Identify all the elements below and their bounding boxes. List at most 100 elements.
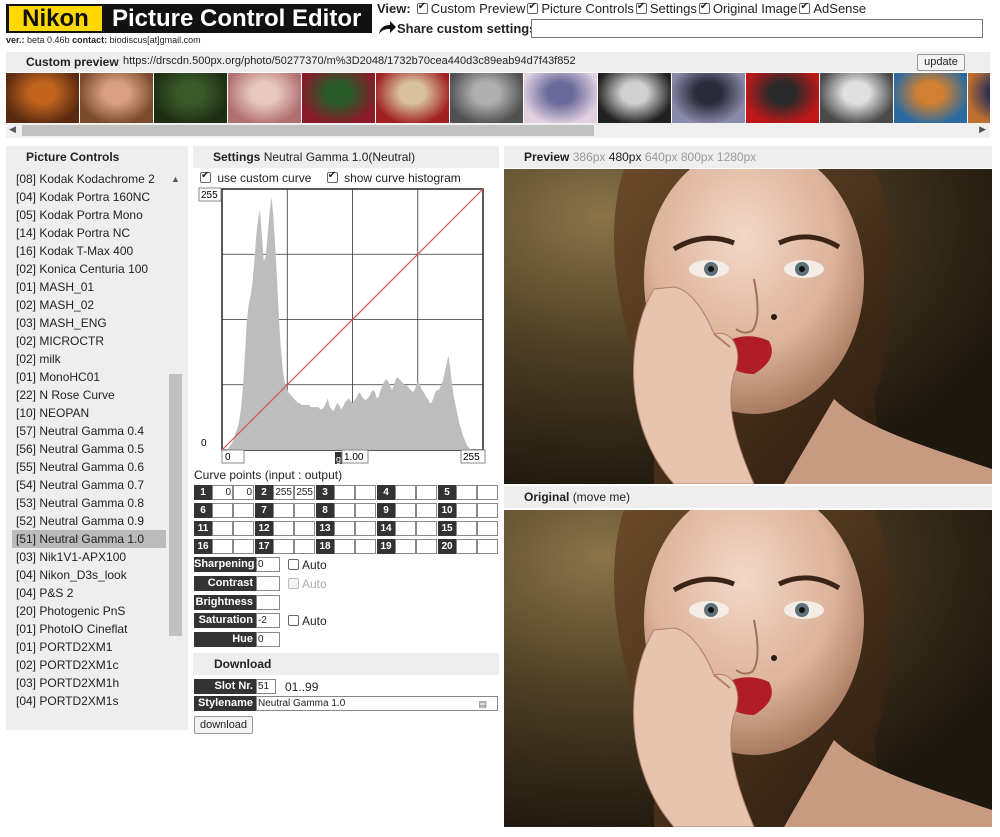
thumbnail-12[interactable] [820, 73, 893, 123]
curve-point-output[interactable] [477, 503, 498, 518]
list-item[interactable]: [53] Neutral Gamma 0.8 [12, 494, 166, 512]
curve-point-output[interactable] [416, 503, 437, 518]
checkbox-show-histogram[interactable] [326, 170, 338, 183]
curve-point-output[interactable] [355, 521, 376, 536]
checkbox-original-image[interactable] [698, 1, 710, 14]
brightness-input[interactable] [256, 595, 280, 610]
view-option-original-image[interactable]: Original Image [697, 1, 797, 16]
size-386[interactable]: 386px [573, 150, 606, 164]
thumbnail-8[interactable] [524, 73, 597, 123]
thumbnail-4[interactable] [228, 73, 301, 123]
list-item[interactable]: [05] Kodak Portra Mono [12, 206, 166, 224]
list-item[interactable]: [10] NEOPAN [12, 404, 166, 422]
checkbox-settings[interactable] [635, 1, 647, 14]
list-item[interactable]: [55] Neutral Gamma 0.6 [12, 458, 166, 476]
checkbox-custom-preview[interactable] [416, 1, 428, 14]
list-item[interactable]: [01] MonoHC01 [12, 368, 166, 386]
sharpening-input[interactable]: 0 [256, 557, 280, 572]
thumbnail-10[interactable] [672, 73, 745, 123]
curve-point-input[interactable] [334, 503, 355, 518]
curve-point-output[interactable] [233, 521, 254, 536]
scroll-right-icon[interactable]: ▶ [979, 124, 986, 135]
curve-point-input[interactable] [334, 521, 355, 536]
list-item[interactable]: [51] Neutral Gamma 1.0 [12, 530, 166, 548]
thumbnail-3[interactable] [154, 73, 227, 123]
thumbnail-1[interactable] [6, 73, 79, 123]
curve-point-output[interactable] [294, 503, 315, 518]
stylename-input[interactable]: Neutral Gamma 1.0 ▤ [256, 696, 498, 711]
thumbnail-scrollbar[interactable]: ◀ ▶ [6, 123, 990, 138]
curve-point-input[interactable] [212, 503, 233, 518]
curve-editor[interactable]: 255 0 0 255 g 1.00 [198, 186, 488, 466]
thumbnail-14[interactable] [968, 73, 990, 123]
hue-input[interactable]: 0 [256, 632, 280, 647]
curve-point-input[interactable] [273, 521, 294, 536]
view-option-adsense[interactable]: AdSense [797, 1, 866, 16]
list-item[interactable]: [03] PORTD2XM1h [12, 674, 166, 692]
curve-point-output[interactable] [294, 521, 315, 536]
curve-point-output[interactable] [355, 485, 376, 500]
list-item[interactable]: [04] Kodak Portra 160NC [12, 188, 166, 206]
list-item[interactable]: [01] PhotoIO Cineflat [12, 620, 166, 638]
curve-point-output[interactable] [233, 539, 254, 554]
curve-point-input[interactable] [395, 521, 416, 536]
list-item[interactable]: [04] Nikon_D3s_look [12, 566, 166, 584]
list-item[interactable]: [01] PORTD2XM1 [12, 638, 166, 656]
curve-point-input[interactable] [334, 539, 355, 554]
curve-point-input[interactable] [212, 521, 233, 536]
picture-controls-list[interactable]: [08] Kodak Kodachrome 2 [04] Kodak Portra… [6, 168, 188, 730]
list-item[interactable]: [04] P&S 2 [12, 584, 166, 602]
thumbnail-7[interactable] [450, 73, 523, 123]
checkbox-adsense[interactable] [799, 1, 811, 14]
size-640[interactable]: 640px [645, 150, 678, 164]
picture-controls-scrollbar[interactable]: ▲ [168, 168, 183, 730]
scroll-left-icon[interactable]: ◀ [9, 124, 16, 135]
thumbnail-9[interactable] [598, 73, 671, 123]
list-item[interactable]: [16] Kodak T-Max 400 [12, 242, 166, 260]
update-button[interactable]: update [917, 54, 965, 71]
view-option-custom-preview[interactable]: Custom Preview [415, 1, 525, 16]
checkbox-picture-controls[interactable] [527, 1, 539, 14]
thumbnail-2[interactable] [80, 73, 153, 123]
checkbox-contrast-auto[interactable] [288, 578, 299, 589]
list-item[interactable]: [03] Nik1V1-APX100 [12, 548, 166, 566]
curve-point-output[interactable] [477, 539, 498, 554]
curve-point-input[interactable]: 255 [273, 485, 294, 500]
saturation-auto[interactable]: Auto [286, 614, 327, 628]
thumbnail-6[interactable] [376, 73, 449, 123]
curve-point-output[interactable] [355, 503, 376, 518]
list-item[interactable]: [57] Neutral Gamma 0.4 [12, 422, 166, 440]
list-item[interactable]: [22] N Rose Curve [12, 386, 166, 404]
curve-point-input[interactable] [456, 521, 477, 536]
size-480[interactable]: 480px [609, 150, 642, 164]
size-1280[interactable]: 1280px [717, 150, 756, 164]
curve-point-input[interactable] [273, 503, 294, 518]
sharpening-auto[interactable]: Auto [286, 558, 327, 572]
curve-point-output[interactable] [416, 539, 437, 554]
list-item[interactable]: [52] Neutral Gamma 0.9 [12, 512, 166, 530]
curve-point-input[interactable] [456, 539, 477, 554]
curve-point-input[interactable]: 0 [212, 485, 233, 500]
list-item[interactable]: [01] MASH_01 [12, 278, 166, 296]
thumbnail-13[interactable] [894, 73, 967, 123]
curve-point-input[interactable] [212, 539, 233, 554]
curve-point-input[interactable] [273, 539, 294, 554]
thumbnail-5[interactable] [302, 73, 375, 123]
list-item[interactable]: [03] MASH_ENG [12, 314, 166, 332]
list-item[interactable]: [54] Neutral Gamma 0.7 [12, 476, 166, 494]
curve-point-output[interactable]: 0 [233, 485, 254, 500]
contrast-auto[interactable]: Auto [286, 577, 327, 591]
list-item[interactable]: [02] milk [12, 350, 166, 368]
curve-point-input[interactable] [395, 539, 416, 554]
checkbox-saturation-auto[interactable] [288, 615, 299, 626]
curve-point-output[interactable] [294, 539, 315, 554]
scrollbar-thumb[interactable] [169, 374, 182, 636]
checkbox-use-custom-curve[interactable] [200, 170, 211, 183]
curve-point-output[interactable] [355, 539, 376, 554]
curve-point-output[interactable] [416, 521, 437, 536]
list-item[interactable]: [56] Neutral Gamma 0.5 [12, 440, 166, 458]
scroll-up-icon[interactable]: ▲ [171, 174, 180, 184]
curve-point-output[interactable] [477, 521, 498, 536]
saturation-input[interactable]: -2 [256, 613, 280, 628]
curve-point-input[interactable] [456, 503, 477, 518]
